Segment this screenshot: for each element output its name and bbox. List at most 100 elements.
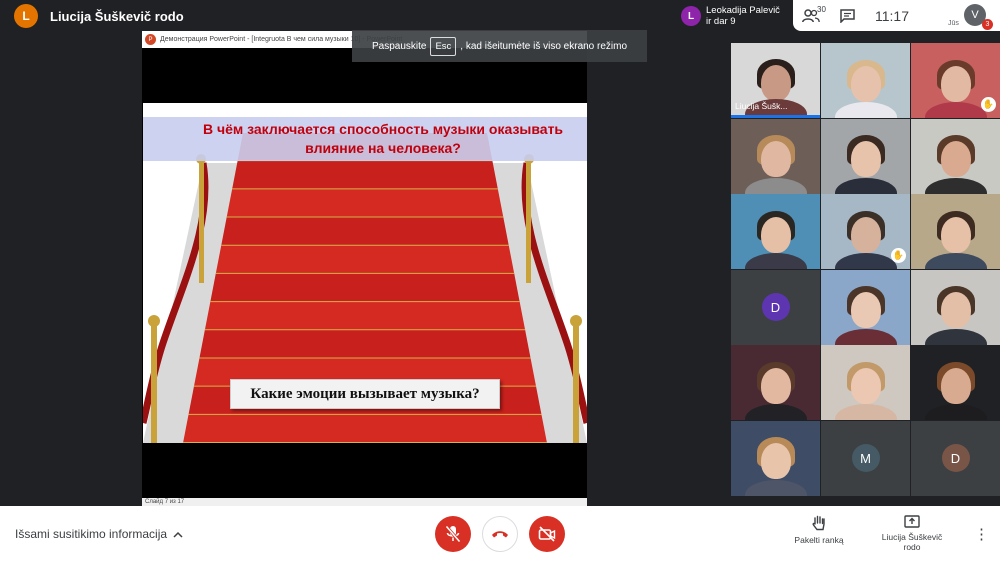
bottom-bar: Išsami susitikimo informacija Pakelti ra… (0, 506, 1000, 563)
meeting-details-button[interactable]: Išsami susitikimo informacija (15, 527, 183, 541)
fullscreen-exit-tooltip: Paspauskite Esc , kad išeitumėte iš viso… (352, 30, 647, 62)
participant-tile[interactable] (821, 269, 910, 345)
esc-key: Esc (430, 36, 457, 56)
participant-tile[interactable]: M (821, 420, 910, 496)
presenting-button[interactable]: Liucija Šuškevič rodo (874, 515, 950, 552)
participant-face (940, 141, 971, 177)
notification-avatar: L (681, 6, 701, 26)
camera-off-icon (538, 526, 556, 542)
participant-body (924, 253, 987, 269)
presentation-slide: В чём заключается способность музыки ока… (143, 103, 587, 443)
participant-body (834, 177, 897, 194)
microphone-toggle-button[interactable] (435, 516, 471, 552)
participant-tile[interactable] (911, 118, 1000, 194)
tooltip-text-before: Paspauskite (371, 40, 427, 52)
top-right-panel: 30 11:17 Jūs V 3 (793, 0, 1000, 31)
participant-body (924, 328, 987, 345)
participant-body (834, 328, 897, 345)
raise-hand-label: Pakelti ranką (794, 535, 844, 545)
participant-avatar: D (941, 444, 970, 472)
presenter-avatar: L (14, 4, 38, 28)
participant-avatar: M (851, 444, 880, 472)
participant-tile[interactable] (821, 345, 910, 420)
join-notification[interactable]: L Leokadija Palevič ir dar 9 (681, 3, 793, 29)
more-options-icon[interactable]: ⋮ (974, 525, 989, 543)
participant-body (924, 177, 987, 194)
participant-face (940, 292, 971, 328)
participant-tile[interactable]: D (731, 269, 820, 345)
stair-step (210, 273, 520, 303)
stair-step (221, 217, 509, 246)
meeting-details-label: Išsami susitikimo informacija (15, 527, 168, 541)
participant-tile[interactable] (731, 345, 820, 420)
stair-step (226, 189, 504, 218)
participant-tile[interactable] (911, 194, 1000, 269)
participant-face (760, 367, 791, 404)
powerpoint-statusbar: Слайд 7 из 17 (142, 498, 587, 506)
raise-hand-button[interactable]: Pakelti ranką (792, 515, 846, 545)
participant-face (850, 141, 881, 177)
participant-tile[interactable] (821, 43, 910, 118)
participant-body (744, 253, 807, 269)
participant-avatar: D (761, 293, 790, 321)
participant-tile[interactable]: Liucija Šušk... (731, 43, 820, 118)
participant-body (834, 404, 897, 420)
clock: 11:17 (875, 7, 909, 24)
participant-tile[interactable] (911, 269, 1000, 345)
participant-face (940, 65, 971, 102)
participant-face (850, 292, 881, 328)
participant-face (850, 367, 881, 404)
camera-toggle-button[interactable] (529, 516, 565, 552)
participant-face (850, 216, 881, 253)
participant-grid: Liucija Šušk... ✋ ✋ D M D (731, 43, 1000, 496)
notification-line-2: ir dar 9 (706, 16, 736, 27)
notification-line-1: Leokadija Palevič (706, 5, 780, 16)
participant-tile[interactable] (911, 345, 1000, 420)
top-bar: L Liucija Šuškevič rodo L Leokadija Pale… (0, 0, 1000, 34)
leave-call-button[interactable] (482, 516, 518, 552)
tooltip-text-after: , kad išeitumėte iš viso ekrano režimo (460, 40, 628, 52)
presenter-name: Liucija Šuškevič rodo (50, 8, 184, 24)
raised-hand-icon: ✋ (981, 97, 996, 112)
stair-step (215, 245, 515, 274)
participant-face (850, 65, 881, 102)
slide-subheading: Какие эмоции вызывает музыка? (230, 379, 500, 409)
raised-hand-icon: ✋ (891, 248, 906, 263)
participant-face (760, 141, 791, 177)
chat-icon (839, 8, 855, 23)
participant-body (744, 404, 807, 420)
participant-face (760, 216, 791, 253)
participant-face (940, 216, 971, 253)
mic-off-icon (445, 525, 461, 543)
hand-icon (812, 515, 825, 531)
self-label: Jūs (948, 20, 959, 27)
presenter-indicator: L Liucija Šuškevič rodo (14, 4, 184, 28)
participant-tile[interactable] (731, 420, 820, 496)
participant-face (760, 443, 791, 479)
participant-body (834, 253, 897, 269)
participant-body (924, 404, 987, 420)
notification-text: Leokadija Palevič ir dar 9 (706, 5, 780, 27)
stair-step (232, 161, 498, 190)
slide-heading: В чём заключается способность музыки ока… (143, 117, 587, 161)
presenting-label-line-1: Liucija Šuškevič (881, 532, 943, 542)
participant-face (760, 64, 791, 101)
participant-body (744, 479, 807, 496)
notification-badge: 3 (982, 19, 993, 30)
participants-button[interactable]: 30 (793, 0, 829, 31)
present-screen-icon (904, 515, 920, 528)
participant-tile[interactable] (821, 118, 910, 194)
participant-tile[interactable]: ✋ (821, 194, 910, 269)
participant-face (940, 367, 971, 404)
participant-body (924, 102, 987, 118)
chat-button[interactable] (829, 0, 865, 31)
stair-step (183, 414, 547, 443)
participant-tile[interactable]: ✋ (911, 43, 1000, 118)
participant-tile[interactable]: D (911, 420, 1000, 496)
stair-step (204, 302, 526, 331)
participant-name: Liucija Šušk... (735, 101, 788, 111)
participant-body (744, 177, 807, 194)
participant-tile[interactable] (731, 118, 820, 194)
shared-screen: P Демонстрация PowerPoint - [Integruota … (142, 31, 587, 506)
participant-tile[interactable] (731, 194, 820, 269)
